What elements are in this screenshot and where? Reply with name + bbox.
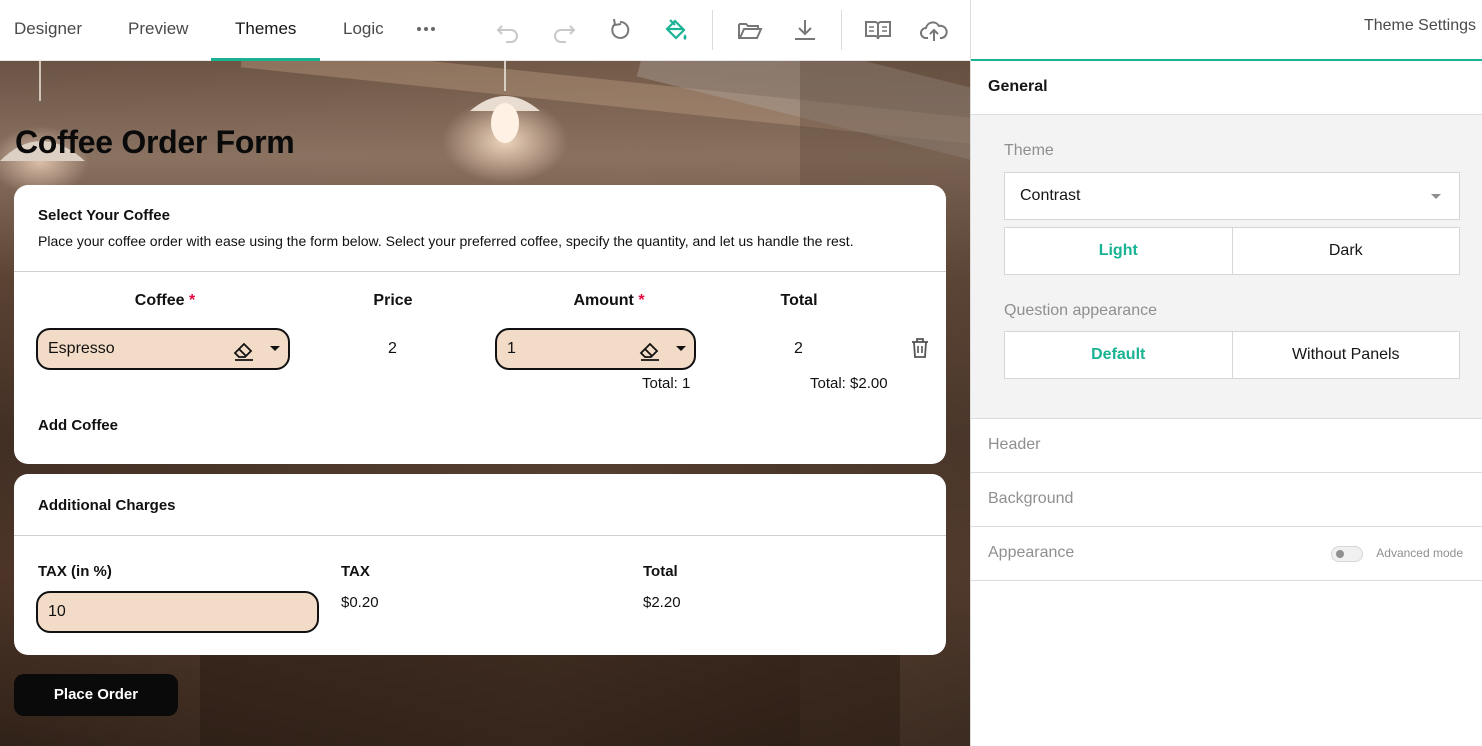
select-coffee-panel: Select Your Coffee Place your coffee ord… bbox=[14, 185, 946, 464]
theme-settings-panel: Theme Settings General Theme Contrast Li… bbox=[970, 0, 1482, 746]
amount-dropdown-value: 1 bbox=[507, 340, 516, 357]
amount-footer-total: Total: 1 bbox=[642, 375, 691, 392]
tab-designer[interactable]: Designer bbox=[14, 0, 82, 61]
reset-icon[interactable] bbox=[606, 16, 634, 44]
place-order-button[interactable]: Place Order bbox=[14, 674, 178, 716]
mode-light-button[interactable]: Light bbox=[1005, 228, 1232, 274]
toggle-knob bbox=[1336, 550, 1344, 558]
tab-preview[interactable]: Preview bbox=[128, 0, 188, 61]
total-footer-total: Total: $2.00 bbox=[810, 375, 888, 392]
mode-dark-button[interactable]: Dark bbox=[1231, 228, 1460, 274]
clear-eraser-icon[interactable] bbox=[232, 338, 256, 362]
settings-title: Theme Settings bbox=[1363, 17, 1476, 34]
price-cell: 2 bbox=[388, 340, 397, 357]
chevron-down-icon bbox=[1431, 194, 1441, 199]
grand-total-value: $2.20 bbox=[643, 594, 681, 611]
theme-select[interactable]: Contrast bbox=[1004, 172, 1460, 220]
tab-logic[interactable]: Logic bbox=[343, 0, 384, 61]
section-header[interactable]: Header bbox=[971, 419, 1482, 473]
tax-percent-input[interactable]: 10 bbox=[36, 591, 319, 633]
pendant-lamp-icon bbox=[470, 61, 540, 143]
additional-charges-panel: Additional Charges TAX (in %) 10 TAX $0.… bbox=[14, 474, 946, 655]
column-header-amount: Amount * bbox=[573, 292, 645, 309]
panel-description: Place your coffee order with ease using … bbox=[38, 233, 854, 249]
add-coffee-button[interactable]: Add Coffee bbox=[38, 417, 118, 434]
chevron-down-icon[interactable] bbox=[270, 346, 280, 351]
advanced-mode-label: Advanced mode bbox=[1376, 546, 1463, 560]
grand-total-label: Total bbox=[643, 563, 678, 580]
panel-title: Additional Charges bbox=[38, 497, 176, 514]
column-header-total: Total bbox=[780, 292, 818, 309]
panel-divider bbox=[14, 271, 946, 272]
panel-title: Select Your Coffee bbox=[38, 207, 170, 224]
form-title: Coffee Order Form bbox=[15, 124, 295, 160]
section-background-label: Background bbox=[988, 490, 1074, 507]
tab-themes[interactable]: Themes bbox=[235, 0, 296, 61]
required-mark: * bbox=[189, 292, 196, 309]
amount-dropdown[interactable]: 1 bbox=[495, 328, 696, 370]
paint-bucket-icon[interactable] bbox=[662, 16, 690, 44]
theme-select-value: Contrast bbox=[1020, 187, 1081, 204]
section-appearance[interactable]: Appearance Advanced mode bbox=[971, 527, 1482, 581]
required-mark: * bbox=[638, 292, 645, 309]
appearance-default-button[interactable]: Default bbox=[1005, 332, 1232, 378]
tax-percent-value: 10 bbox=[48, 603, 66, 620]
advanced-mode-toggle[interactable] bbox=[1331, 546, 1363, 562]
clear-eraser-icon[interactable] bbox=[638, 338, 662, 362]
coffee-dropdown[interactable]: Espresso bbox=[36, 328, 290, 370]
general-section-body: Theme Contrast Light Dark Question appea… bbox=[971, 115, 1482, 419]
section-header-label: Header bbox=[988, 436, 1041, 453]
theme-label: Theme bbox=[1004, 142, 1054, 159]
total-cell: 2 bbox=[794, 340, 803, 357]
section-background[interactable]: Background bbox=[971, 473, 1482, 527]
question-appearance-label: Question appearance bbox=[1004, 302, 1157, 319]
theme-mode-toggle: Light Dark bbox=[1004, 227, 1460, 275]
question-appearance-toggle: Default Without Panels bbox=[1004, 331, 1460, 379]
column-header-coffee: Coffee * bbox=[134, 292, 196, 309]
section-appearance-label: Appearance bbox=[988, 544, 1075, 561]
coffee-dropdown-value: Espresso bbox=[48, 340, 115, 357]
more-dots-icon[interactable] bbox=[412, 16, 440, 44]
chevron-down-icon[interactable] bbox=[676, 346, 686, 351]
open-folder-icon[interactable] bbox=[736, 16, 764, 44]
undo-icon[interactable] bbox=[494, 16, 522, 44]
top-toolbar: Designer Preview Themes Logic bbox=[0, 0, 970, 61]
panel-divider bbox=[14, 535, 946, 536]
appearance-without-panels-button[interactable]: Without Panels bbox=[1231, 332, 1460, 378]
book-icon[interactable] bbox=[864, 16, 892, 44]
download-icon[interactable] bbox=[791, 16, 819, 44]
tax-percent-label: TAX (in %) bbox=[38, 563, 112, 580]
survey-canvas: Coffee Order Form Select Your Coffee Pla… bbox=[0, 61, 970, 746]
toolbar-separator bbox=[841, 10, 842, 50]
column-header-price: Price bbox=[373, 292, 413, 309]
tax-amount-value: $0.20 bbox=[341, 594, 379, 611]
toolbar-separator bbox=[712, 10, 713, 50]
trash-icon[interactable] bbox=[908, 336, 932, 360]
redo-icon[interactable] bbox=[550, 16, 578, 44]
section-general-label: General bbox=[988, 78, 1048, 95]
section-general[interactable]: General bbox=[971, 61, 1482, 115]
settings-header: Theme Settings bbox=[971, 0, 1482, 61]
cloud-upload-icon[interactable] bbox=[920, 16, 948, 44]
tax-amount-label: TAX bbox=[341, 563, 370, 580]
